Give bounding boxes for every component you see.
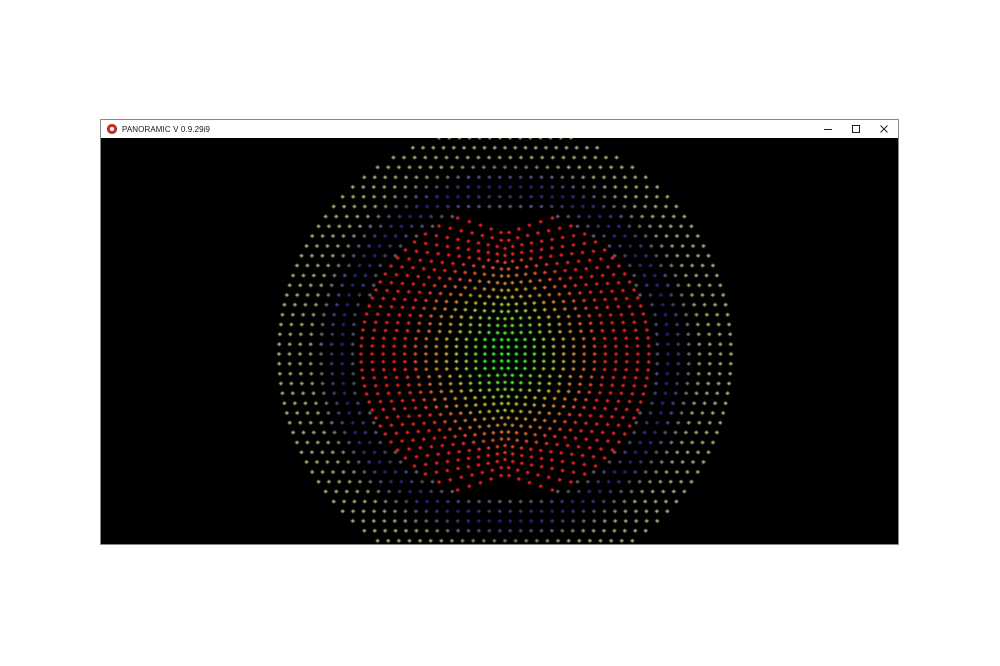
title-bar[interactable]: PANORAMIC V 0.9.29i9 (101, 120, 898, 138)
close-button[interactable] (870, 120, 898, 138)
window-title: PANORAMIC V 0.9.29i9 (122, 124, 211, 134)
panoramic-window: PANORAMIC V 0.9.29i9 (100, 119, 899, 545)
minimize-button[interactable] (814, 120, 842, 138)
dot-sphere-render (101, 138, 898, 544)
close-icon (880, 125, 888, 133)
panoramic-app-icon[interactable] (107, 124, 117, 134)
drawing-canvas[interactable] (101, 138, 898, 544)
window-controls (814, 120, 898, 138)
minimize-icon (824, 129, 832, 130)
maximize-button[interactable] (842, 120, 870, 138)
maximize-icon (852, 125, 860, 133)
